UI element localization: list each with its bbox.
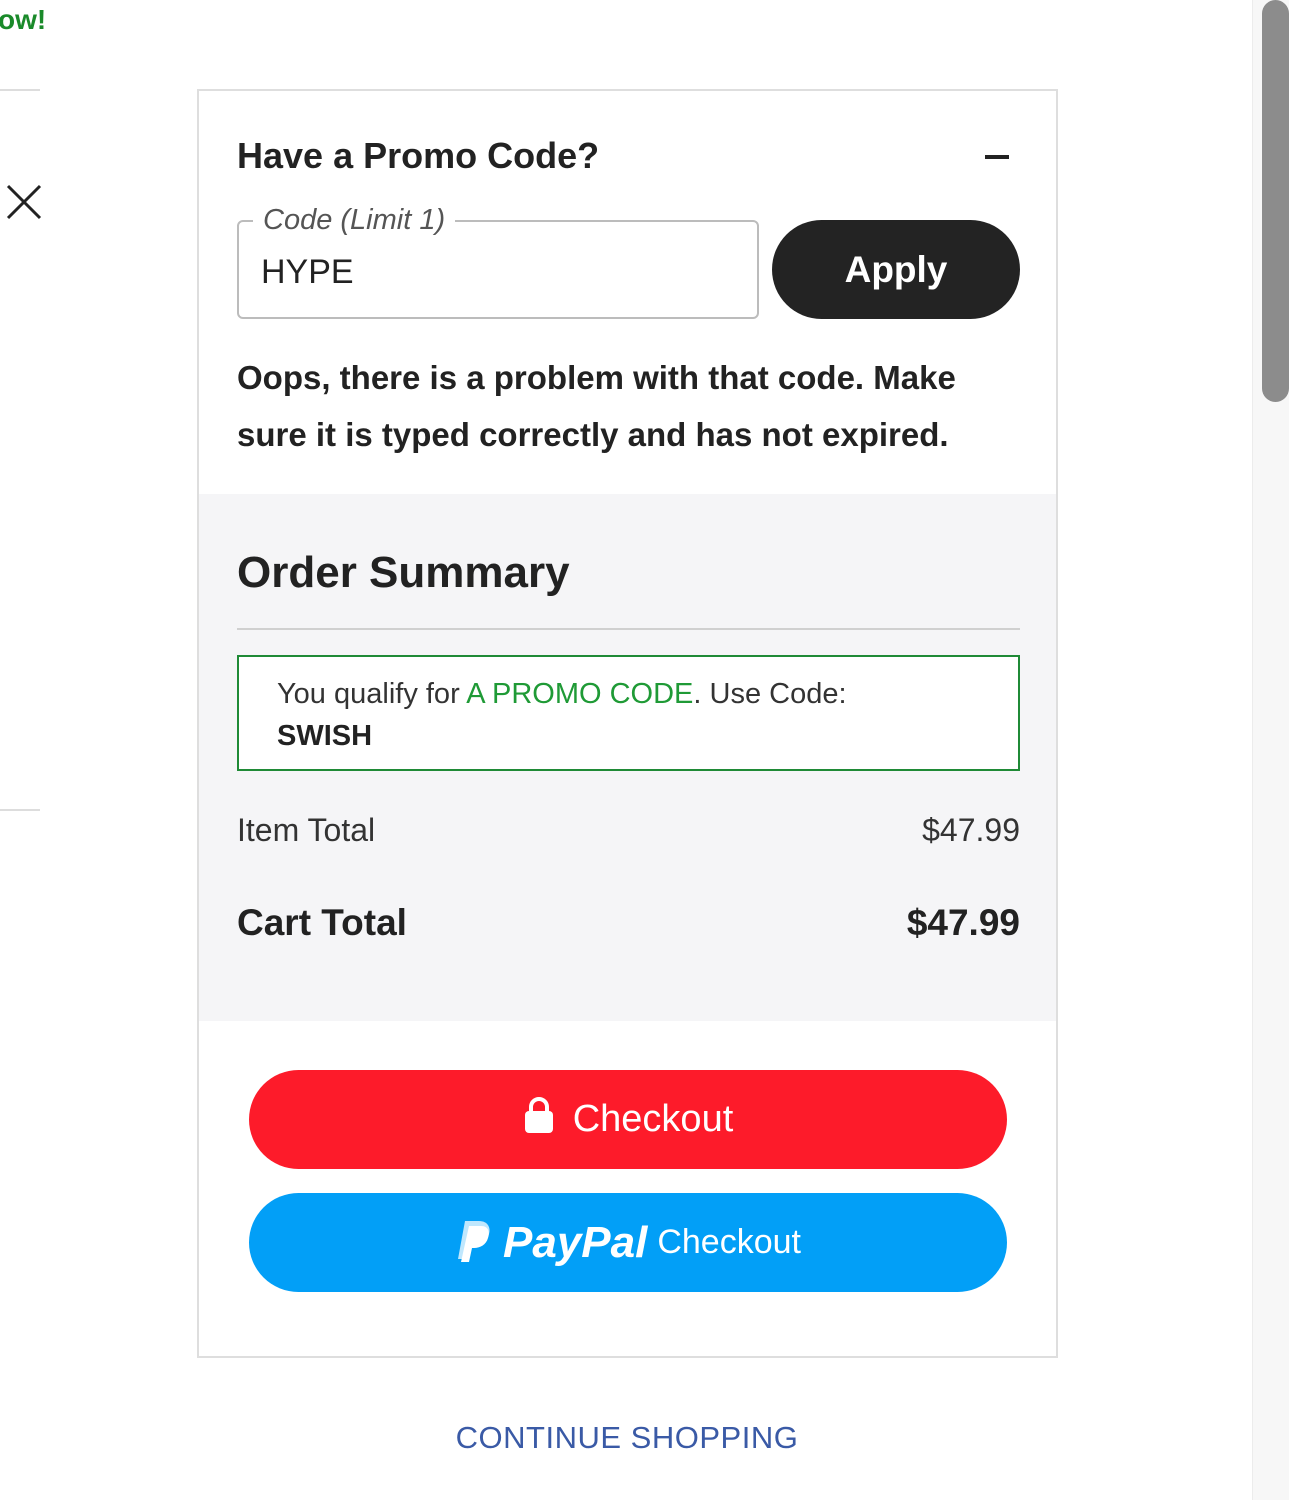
qualify-prefix: You qualify for: [277, 678, 467, 710]
summary-divider: [237, 628, 1020, 630]
cart-total-row: Cart Total $47.99: [237, 902, 1020, 944]
qualify-highlight: A PROMO CODE: [466, 678, 694, 710]
cart-panel: Have a Promo Code? Code (Limit 1) Apply …: [197, 89, 1058, 1358]
qualify-code: SWISH: [277, 720, 373, 752]
item-total-row: Item Total $47.99: [237, 812, 1020, 849]
cart-total-value: $47.99: [906, 902, 1020, 943]
promo-code-field[interactable]: Code (Limit 1): [237, 204, 759, 319]
qualify-suffix: . Use Code:: [693, 678, 847, 710]
checkout-button[interactable]: Checkout: [249, 1070, 1007, 1169]
paypal-checkout-label: Checkout: [657, 1223, 801, 1261]
item-total-label: Item Total: [237, 812, 376, 848]
background-divider: [0, 89, 40, 91]
background-divider: [0, 809, 40, 811]
paypal-checkout-button[interactable]: PayPal Checkout: [249, 1193, 1007, 1292]
checkout-label: Checkout: [572, 1098, 734, 1140]
order-summary: Order Summary You qualify for A PROMO CO…: [199, 494, 1056, 1021]
close-icon[interactable]: [4, 182, 44, 222]
cart-total-label: Cart Total: [237, 902, 407, 943]
promo-code-heading: Have a Promo Code?: [237, 135, 600, 176]
promo-error-message: Oops, there is a problem with that code.…: [237, 359, 956, 453]
promo-qualify-banner: You qualify for A PROMO CODE. Use Code: …: [237, 655, 1020, 771]
apply-button[interactable]: Apply: [772, 220, 1020, 319]
scrollbar-thumb[interactable]: [1262, 0, 1289, 402]
item-total-value: $47.99: [922, 812, 1020, 848]
promo-code-input[interactable]: [261, 252, 731, 292]
promo-code-label: Code (Limit 1): [253, 204, 456, 237]
order-summary-title: Order Summary: [237, 548, 570, 597]
lock-icon: [523, 1096, 555, 1144]
minus-icon[interactable]: [983, 143, 1011, 171]
background-promo-text: ow!: [0, 4, 47, 35]
continue-shopping-link[interactable]: CONTINUE SHOPPING: [0, 1420, 1254, 1456]
paypal-brand: PayPal: [503, 1217, 648, 1267]
paypal-logo-icon: [455, 1217, 493, 1268]
